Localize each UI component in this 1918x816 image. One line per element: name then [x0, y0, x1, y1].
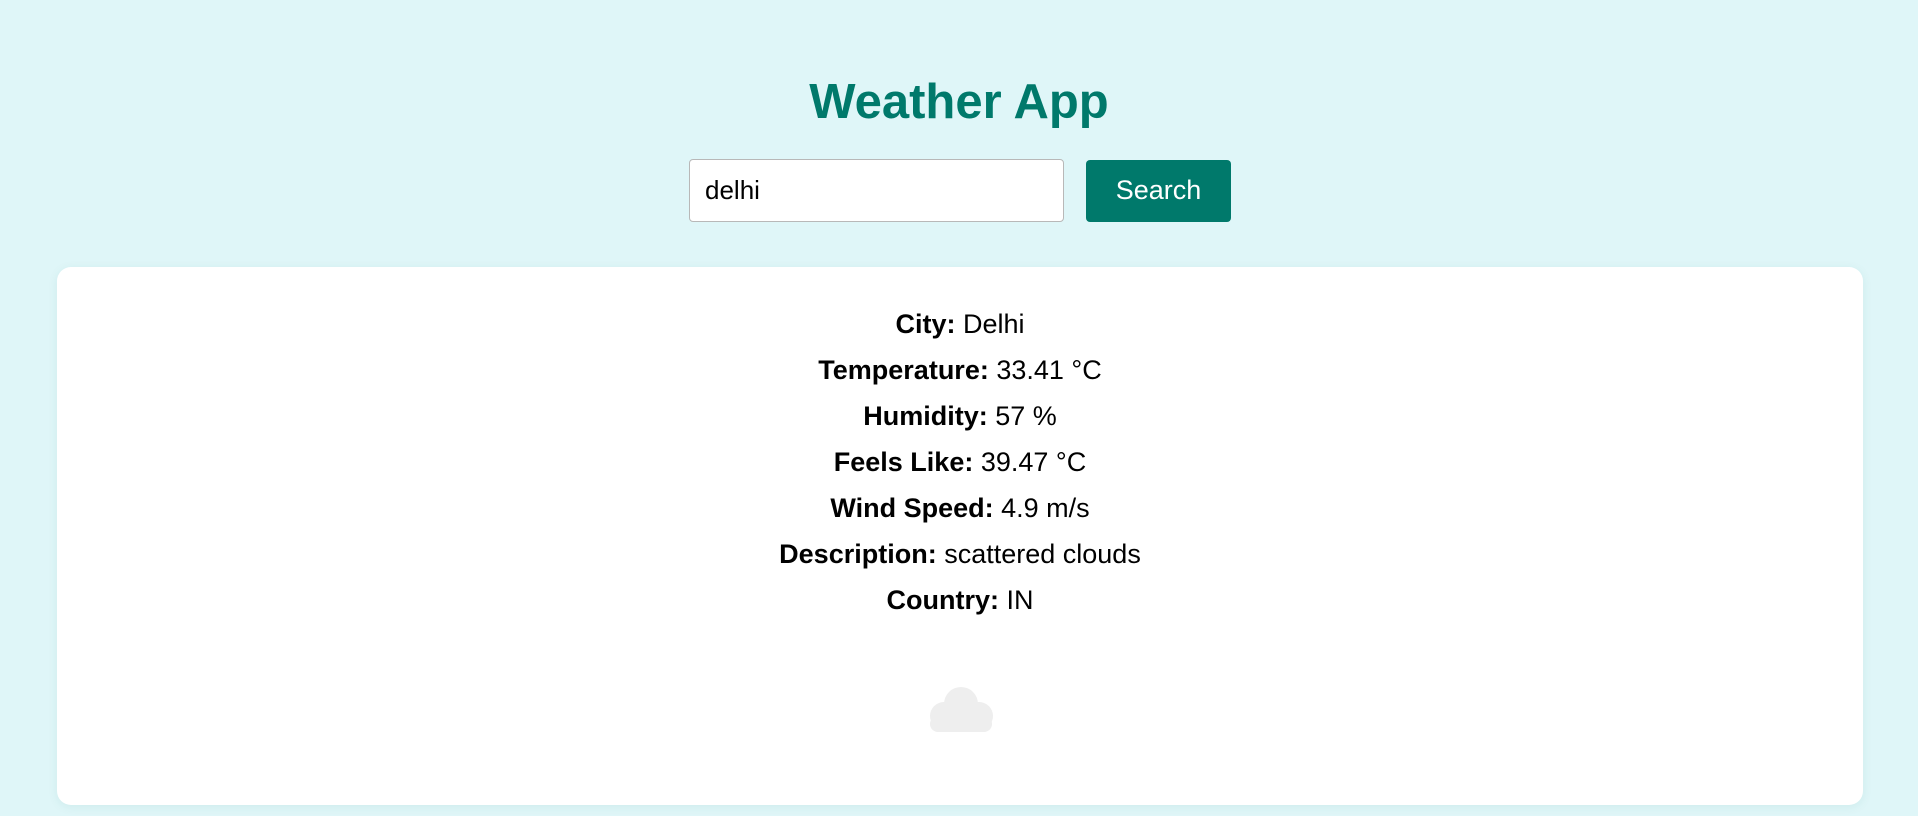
wind-speed-label: Wind Speed:: [830, 493, 994, 523]
humidity-row: Humidity: 57 %: [57, 393, 1863, 439]
city-label: City:: [895, 309, 956, 339]
humidity-value: 57 %: [995, 401, 1057, 431]
weather-info-list: City: Delhi Temperature: 33.41 °C Humidi…: [57, 301, 1863, 623]
cloud-icon: [930, 687, 993, 732]
country-row: Country: IN: [57, 577, 1863, 623]
city-value: Delhi: [962, 309, 1025, 339]
description-row: Description: scattered clouds: [57, 531, 1863, 577]
wind-speed-row: Wind Speed: 4.9 m/s: [57, 485, 1863, 531]
feels-like-value: 39.47 °C: [980, 447, 1087, 477]
temperature-row: Temperature: 33.41 °C: [57, 347, 1863, 393]
humidity-label: Humidity:: [863, 401, 988, 431]
page-title: Weather App: [809, 75, 1109, 129]
search-bar: Search: [689, 159, 1231, 222]
description-value: scattered clouds: [944, 539, 1141, 569]
feels-like-row: Feels Like: 39.47 °C: [57, 439, 1863, 485]
country-value: IN: [1006, 585, 1034, 615]
search-button[interactable]: Search: [1086, 159, 1231, 222]
temperature-label: Temperature:: [818, 355, 989, 385]
search-input[interactable]: [689, 159, 1064, 222]
description-label: Description:: [779, 539, 937, 569]
city-row: City: Delhi: [57, 301, 1863, 347]
country-label: Country:: [886, 585, 999, 615]
feels-like-label: Feels Like:: [833, 447, 974, 477]
temperature-value: 33.41 °C: [996, 355, 1102, 385]
weather-card: City: Delhi Temperature: 33.41 °C Humidi…: [57, 267, 1863, 805]
wind-speed-value: 4.9 m/s: [1001, 493, 1090, 523]
